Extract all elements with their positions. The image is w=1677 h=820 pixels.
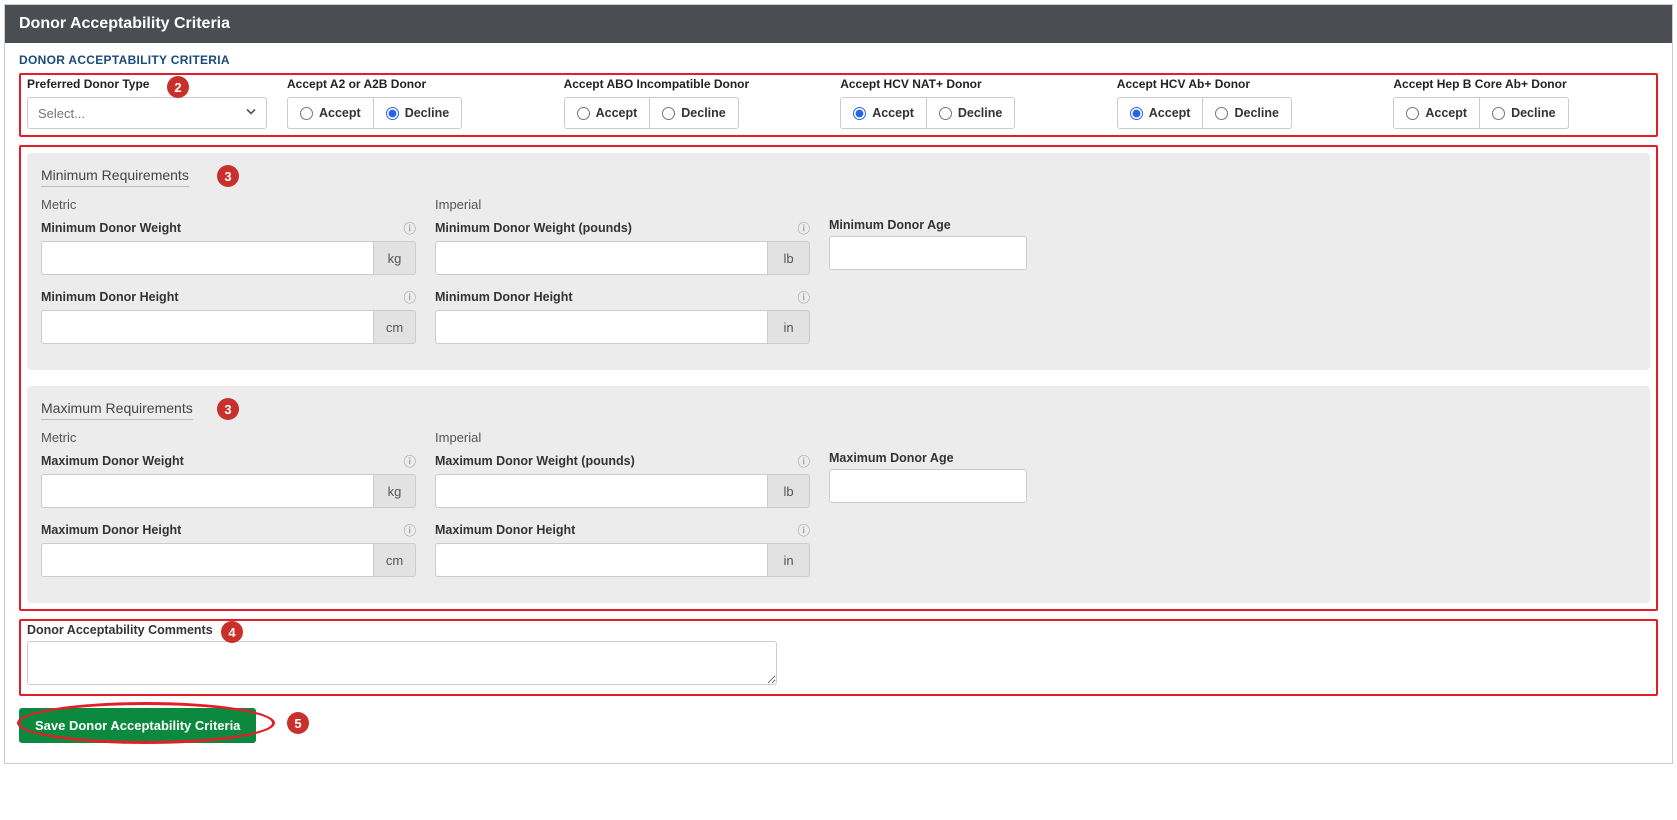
info-icon[interactable]: ⓘ — [403, 451, 416, 470]
max-weight-lb-label: Maximum Donor Weight (pounds) — [435, 454, 635, 468]
accept-abo-accept[interactable]: Accept — [564, 97, 651, 129]
min-weight-lb-label: Minimum Donor Weight (pounds) — [435, 221, 632, 235]
accept-a2-accept[interactable]: Accept — [287, 97, 374, 129]
accept-hcvnat-accept[interactable]: Accept — [840, 97, 927, 129]
accept-hepb-group: Accept Decline — [1393, 97, 1650, 129]
info-icon[interactable]: ⓘ — [403, 287, 416, 306]
info-icon[interactable]: ⓘ — [797, 451, 810, 470]
info-icon[interactable]: ⓘ — [797, 218, 810, 237]
max-weight-kg-input[interactable] — [41, 474, 374, 508]
accept-abo-group: Accept Decline — [564, 97, 821, 129]
unit-kg: kg — [374, 474, 416, 508]
min-age-label: Minimum Donor Age — [829, 218, 951, 232]
comments-label: Donor Acceptability Comments — [27, 623, 1650, 637]
min-weight-lb-input[interactable] — [435, 241, 768, 275]
info-icon[interactable]: ⓘ — [403, 520, 416, 539]
accept-hepb-label: Accept Hep B Core Ab+ Donor — [1393, 77, 1650, 91]
accept-hcvnat-group: Accept Decline — [840, 97, 1097, 129]
max-height-cm-input[interactable] — [41, 543, 374, 577]
preferred-donor-type-select[interactable] — [27, 97, 267, 129]
max-metric-label: Metric — [41, 430, 416, 445]
min-weight-kg-input[interactable] — [41, 241, 374, 275]
save-row: Save Donor Acceptability Criteria 5 — [19, 704, 1658, 743]
max-height-label: Maximum Donor Height — [41, 523, 181, 537]
max-age-input[interactable] — [829, 469, 1027, 503]
unit-in: in — [768, 543, 810, 577]
accept-a2-group: Accept Decline — [287, 97, 544, 129]
min-height-cm-input[interactable] — [41, 310, 374, 344]
unit-in: in — [768, 310, 810, 344]
comments-textarea[interactable] — [27, 641, 777, 685]
max-imperial-label: Imperial — [435, 430, 810, 445]
max-weight-label: Maximum Donor Weight — [41, 454, 184, 468]
annotation-4-icon: 4 — [221, 621, 243, 643]
accept-abo-decline[interactable]: Decline — [650, 97, 738, 129]
accept-a2-decline[interactable]: Decline — [374, 97, 462, 129]
panel-outer: Donor Acceptability Criteria DONOR ACCEP… — [4, 4, 1673, 764]
unit-cm: cm — [374, 310, 416, 344]
accept-hcvab-label: Accept HCV Ab+ Donor — [1117, 77, 1374, 91]
accept-hcvnat-label: Accept HCV NAT+ Donor — [840, 77, 1097, 91]
min-height-label: Minimum Donor Height — [41, 290, 179, 304]
max-age-label: Maximum Donor Age — [829, 451, 954, 465]
max-height-in-label: Maximum Donor Height — [435, 523, 575, 537]
accept-hcvab-accept[interactable]: Accept — [1117, 97, 1204, 129]
unit-cm: cm — [374, 543, 416, 577]
accept-hcvab-decline[interactable]: Decline — [1203, 97, 1291, 129]
donor-type-and-accept-box: Preferred Donor Type 2 Accept A2 or A2B … — [19, 73, 1658, 137]
annotation-5-icon: 5 — [287, 712, 309, 734]
requirements-box: Minimum Requirements 3 Metric Imperial M… — [19, 145, 1658, 611]
page-title: Donor Acceptability Criteria — [5, 5, 1672, 43]
accept-hcvnat-decline[interactable]: Decline — [927, 97, 1015, 129]
max-req-title: Maximum Requirements — [41, 400, 193, 420]
accept-abo-label: Accept ABO Incompatible Donor — [564, 77, 821, 91]
min-imperial-label: Imperial — [435, 197, 810, 212]
unit-lb: lb — [768, 241, 810, 275]
info-icon[interactable]: ⓘ — [797, 287, 810, 306]
annotation-3b-icon: 3 — [217, 398, 239, 420]
comments-box: Donor Acceptability Comments 4 — [19, 619, 1658, 696]
min-metric-label: Metric — [41, 197, 416, 212]
save-button[interactable]: Save Donor Acceptability Criteria — [19, 708, 256, 743]
info-icon[interactable]: ⓘ — [797, 520, 810, 539]
annotation-3a-icon: 3 — [217, 165, 239, 187]
min-height-in-input[interactable] — [435, 310, 768, 344]
unit-lb: lb — [768, 474, 810, 508]
max-height-in-input[interactable] — [435, 543, 768, 577]
accept-hcvab-group: Accept Decline — [1117, 97, 1374, 129]
maximum-requirements-panel: Maximum Requirements 3 Metric Imperial M… — [27, 386, 1650, 603]
min-height-in-label: Minimum Donor Height — [435, 290, 573, 304]
preferred-donor-type-label: Preferred Donor Type — [27, 77, 267, 91]
min-weight-label: Minimum Donor Weight — [41, 221, 181, 235]
info-icon[interactable]: ⓘ — [403, 218, 416, 237]
annotation-2-icon: 2 — [167, 76, 189, 98]
minimum-requirements-panel: Minimum Requirements 3 Metric Imperial M… — [27, 153, 1650, 370]
min-age-input[interactable] — [829, 236, 1027, 270]
section-heading: DONOR ACCEPTABILITY CRITERIA — [19, 53, 1658, 67]
unit-kg: kg — [374, 241, 416, 275]
accept-a2-label: Accept A2 or A2B Donor — [287, 77, 544, 91]
min-req-title: Minimum Requirements — [41, 167, 189, 187]
accept-hepb-decline[interactable]: Decline — [1480, 97, 1568, 129]
accept-hepb-accept[interactable]: Accept — [1393, 97, 1480, 129]
max-weight-lb-input[interactable] — [435, 474, 768, 508]
